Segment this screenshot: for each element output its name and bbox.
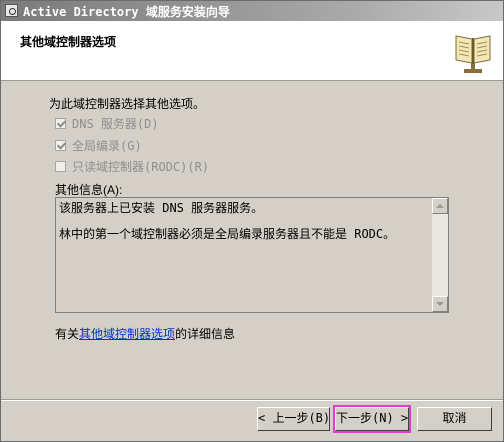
page-title: 其他域控制器选项: [20, 35, 117, 49]
more-info-line: 有关其他域控制器选项的详细信息: [55, 325, 235, 342]
more-info-suffix: 的详细信息: [175, 327, 236, 341]
info-line: 林中的第一个域控制器必须是全局编录服务器且不能是 RODC。: [59, 227, 396, 241]
footer-divider: [1, 399, 503, 401]
checkbox-box[interactable]: [55, 161, 66, 172]
rodc-checkbox[interactable]: 只读域控制器(RODC)(R): [55, 158, 209, 174]
next-button[interactable]: 下一步(N) >: [334, 406, 410, 432]
additional-info-label: 其他信息(A):: [55, 183, 123, 197]
wizard-content: 为此域控制器选择其他选项。 DNS 服务器(D) 全局编录(G) 只读域控制器(…: [1, 81, 503, 401]
checkbox-label: 全局编录(G): [72, 139, 142, 153]
vertical-scrollbar[interactable]: [432, 198, 448, 312]
arrow-up-icon: [436, 204, 444, 208]
info-line: 该服务器上已安装 DNS 服务器服务。: [59, 201, 264, 215]
back-button[interactable]: < 上一步(B): [257, 407, 330, 431]
checkbox-label: 只读域控制器(RODC)(R): [72, 160, 210, 174]
more-info-prefix: 有关: [55, 327, 80, 341]
scroll-down-button[interactable]: [432, 296, 448, 312]
book-icon: [455, 35, 491, 73]
wizard-header: 其他域控制器选项: [1, 21, 503, 81]
additional-info-text: 该服务器上已安装 DNS 服务器服务。 林中的第一个域控制器必须是全局编录服务器…: [59, 201, 429, 253]
additional-info-textbox[interactable]: 该服务器上已安装 DNS 服务器服务。 林中的第一个域控制器必须是全局编录服务器…: [55, 197, 449, 313]
checkbox-label: DNS 服务器(D): [72, 117, 159, 131]
system-menu-icon[interactable]: [5, 4, 18, 17]
options-intro: 为此域控制器选择其他选项。: [49, 97, 206, 111]
window-title: Active Directory 域服务安装向导: [23, 5, 230, 19]
cancel-button[interactable]: 取消: [417, 407, 492, 431]
checkbox-box[interactable]: [55, 140, 66, 151]
checkbox-box[interactable]: [55, 118, 66, 129]
more-info-link[interactable]: 其他域控制器选项: [79, 327, 175, 341]
dns-server-checkbox[interactable]: DNS 服务器(D): [55, 115, 159, 131]
title-bar[interactable]: Active Directory 域服务安装向导: [1, 1, 503, 21]
scroll-up-button[interactable]: [432, 198, 448, 214]
global-catalog-checkbox[interactable]: 全局编录(G): [55, 137, 142, 153]
arrow-down-icon: [436, 302, 444, 306]
wizard-window: Active Directory 域服务安装向导 其他域控制器选项 为此域控制器…: [0, 0, 504, 442]
